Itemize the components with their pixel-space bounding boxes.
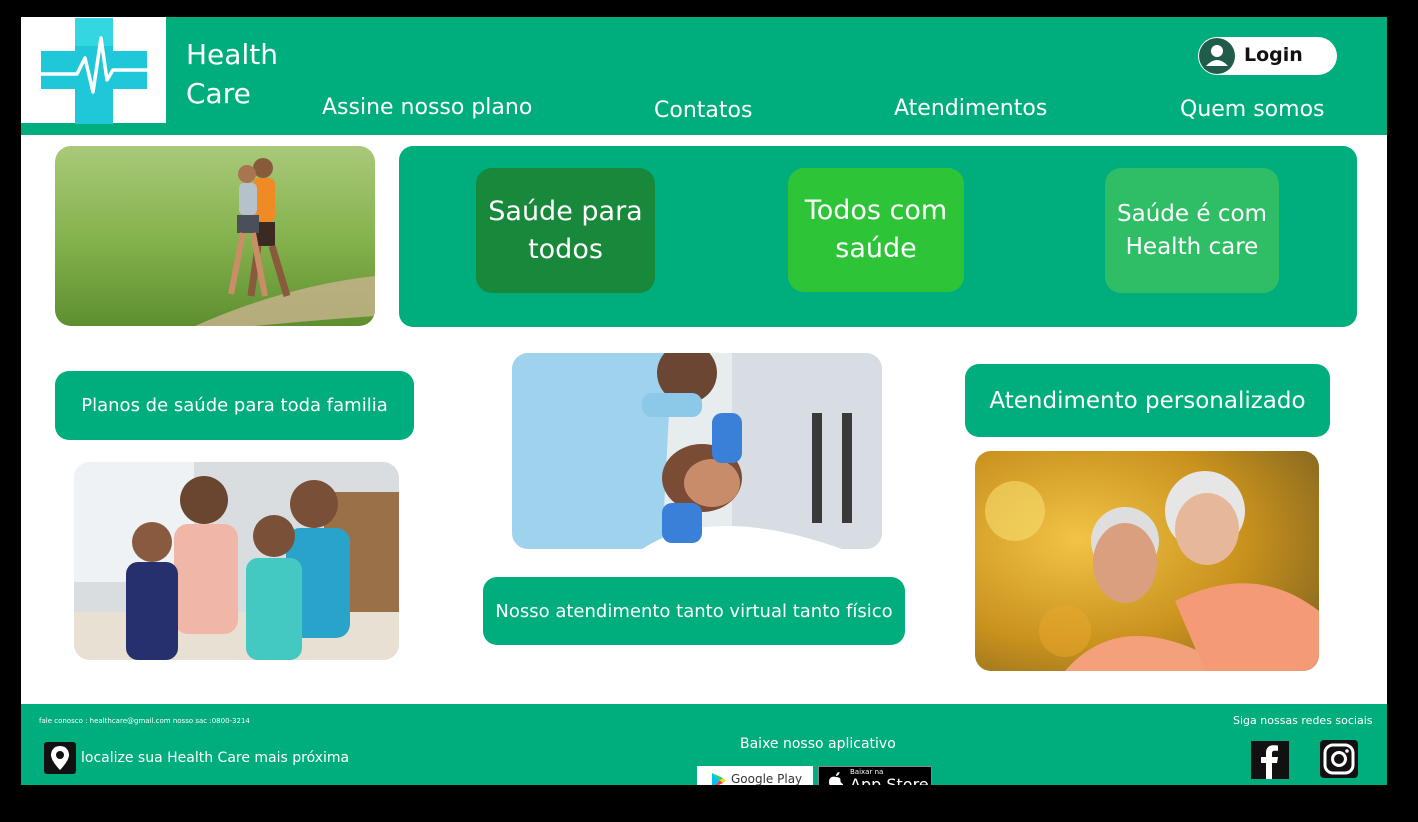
- site-footer: fale conosco : healthcare@gmail.com noss…: [21, 704, 1387, 785]
- login-button[interactable]: Login: [1198, 37, 1337, 75]
- photo-elderly-couple: [975, 451, 1319, 671]
- photo-family: [74, 462, 399, 660]
- google-play-label: Google Play: [731, 772, 803, 785]
- brand-name: Health Care: [186, 35, 296, 113]
- site-header: Health Care Assine nosso plano Contatos …: [21, 17, 1387, 135]
- page-frame: Health Care Assine nosso plano Contatos …: [21, 17, 1387, 785]
- nav-assine-plano[interactable]: Assine nosso plano: [322, 95, 532, 120]
- photo-couple-running: [55, 146, 375, 326]
- social-title: Siga nossas redes sociais: [1233, 714, 1373, 727]
- footer-contact-info: fale conosco : healthcare@gmail.com noss…: [39, 717, 250, 725]
- map-pin-icon[interactable]: [44, 742, 76, 774]
- slogan-saude-health-care[interactable]: Saúde é com Health care: [1105, 168, 1279, 293]
- slogan-todos-com-saude[interactable]: Todos com saúde: [788, 168, 964, 292]
- logo[interactable]: [21, 17, 166, 124]
- photo-dentist: [512, 353, 882, 549]
- locate-nearest-link[interactable]: localize sua Health Care mais próxima: [81, 750, 349, 766]
- nav-quem-somos[interactable]: Quem somos: [1180, 97, 1325, 122]
- pill-planos-familia[interactable]: Planos de saúde para toda familia: [55, 371, 414, 440]
- brand-line-2: Care: [186, 77, 251, 110]
- user-icon: [1199, 38, 1235, 74]
- login-label: Login: [1244, 44, 1303, 66]
- pill-atendimento-virtual-fisico[interactable]: Nosso atendimento tanto virtual tanto fí…: [483, 577, 905, 645]
- app-store-badge[interactable]: Baixar na App Store: [818, 766, 932, 785]
- app-download-title: Baixe nosso aplicativo: [740, 736, 896, 752]
- brand-line-1: Health: [186, 38, 278, 71]
- instagram-icon[interactable]: [1320, 740, 1358, 778]
- app-store-label: App Store: [850, 775, 929, 785]
- medical-cross-heartbeat-icon: [41, 18, 147, 124]
- pill-atendimento-personalizado[interactable]: Atendimento personalizado: [965, 364, 1330, 437]
- nav-atendimentos[interactable]: Atendimentos: [894, 96, 1047, 121]
- facebook-icon[interactable]: [1251, 741, 1289, 779]
- google-play-badge[interactable]: Google Play: [697, 766, 813, 785]
- nav-contatos[interactable]: Contatos: [654, 98, 752, 123]
- slogan-banner: Saúde para todos Todos com saúde Saúde é c…: [399, 146, 1357, 327]
- google-play-icon: [712, 773, 726, 785]
- apple-icon: [829, 772, 843, 785]
- slogan-saude-para-todos[interactable]: Saúde para todos: [476, 168, 655, 293]
